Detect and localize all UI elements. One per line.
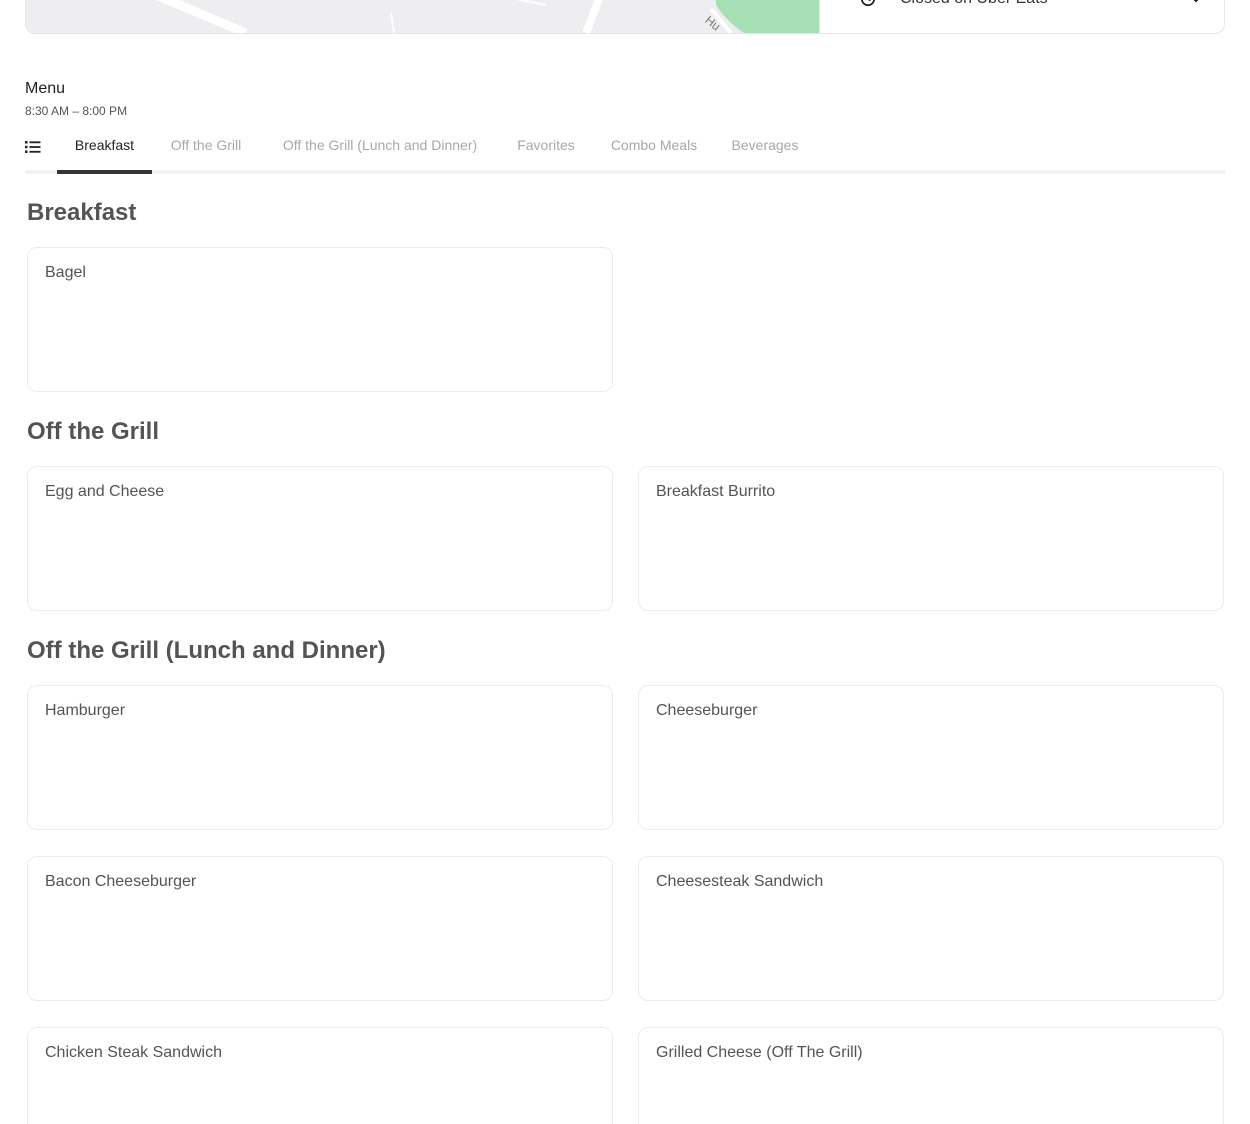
menu-item-name: Cheesesteak Sandwich bbox=[656, 873, 824, 890]
tab-favorites[interactable]: Favorites bbox=[513, 128, 579, 174]
menu-title: Menu bbox=[25, 80, 66, 97]
store-page: Hu Closed on Uber Eats Menu 8:30 AM – 8:… bbox=[0, 0, 1250, 1124]
menu-item-name: Hamburger bbox=[45, 702, 126, 719]
clock-icon bbox=[860, 0, 876, 7]
store-status-text: Closed on Uber Eats bbox=[900, 0, 1048, 8]
store-map[interactable]: Hu bbox=[26, 0, 820, 33]
menu-item-card[interactable]: Chicken Steak Sandwich bbox=[27, 1027, 613, 1124]
menu-item-name: Chicken Steak Sandwich bbox=[45, 1044, 222, 1061]
section-title-off-the-grill-lunch-dinner: Off the Grill (Lunch and Dinner) bbox=[27, 637, 386, 664]
menu-item-name: Grilled Cheese (Off The Grill) bbox=[656, 1044, 863, 1061]
menu-item-name: Breakfast Burrito bbox=[656, 483, 776, 500]
menu-item-card[interactable]: Cheeseburger bbox=[638, 685, 1224, 830]
tab-breakfast[interactable]: Breakfast bbox=[57, 128, 152, 174]
menu-item-card[interactable]: Grilled Cheese (Off The Grill) bbox=[638, 1027, 1224, 1124]
store-hours-dropdown[interactable]: Closed on Uber Eats bbox=[820, 0, 1224, 33]
store-info-card: Hu Closed on Uber Eats bbox=[25, 0, 1225, 34]
section-title-off-the-grill: Off the Grill bbox=[27, 418, 159, 445]
menu-item-card[interactable]: Bagel bbox=[27, 247, 613, 392]
tab-off-the-grill-lunch-dinner[interactable]: Off the Grill (Lunch and Dinner) bbox=[275, 128, 485, 174]
tab-combo-meals[interactable]: Combo Meals bbox=[607, 128, 701, 174]
tab-off-the-grill[interactable]: Off the Grill bbox=[165, 128, 247, 174]
tab-beverages[interactable]: Beverages bbox=[729, 128, 801, 174]
menu-item-card[interactable]: Hamburger bbox=[27, 685, 613, 830]
menu-hours: 8:30 AM – 8:00 PM bbox=[25, 104, 128, 118]
menu-item-card[interactable]: Egg and Cheese bbox=[27, 466, 613, 611]
list-icon[interactable] bbox=[25, 140, 41, 154]
menu-item-card[interactable]: Cheesesteak Sandwich bbox=[638, 856, 1224, 1001]
section-title-breakfast: Breakfast bbox=[27, 199, 137, 226]
chevron-down-icon bbox=[1193, 0, 1199, 3]
menu-category-tabs: Breakfast Off the Grill Off the Grill (L… bbox=[25, 128, 1225, 174]
menu-item-name: Bacon Cheeseburger bbox=[45, 873, 197, 890]
menu-item-card[interactable]: Bacon Cheeseburger bbox=[27, 856, 613, 1001]
menu-item-name: Bagel bbox=[45, 264, 86, 281]
map-graphic bbox=[26, 0, 819, 33]
menu-item-name: Cheeseburger bbox=[656, 702, 758, 719]
menu-item-card[interactable]: Breakfast Burrito bbox=[638, 466, 1224, 611]
menu-item-name: Egg and Cheese bbox=[45, 483, 165, 500]
